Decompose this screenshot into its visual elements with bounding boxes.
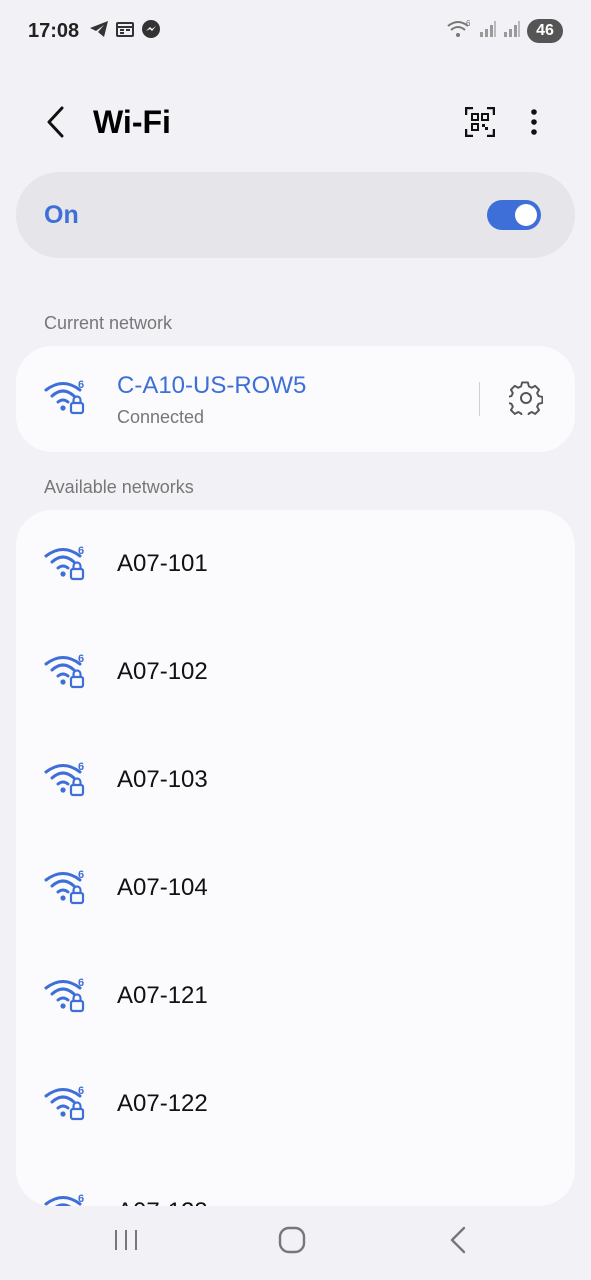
qr-code-button[interactable] bbox=[460, 104, 500, 144]
available-networks-list: A07-101 A07-102 A07-103 A07-104 A07-121 … bbox=[16, 510, 575, 1206]
wifi-6-lock-icon bbox=[44, 1191, 86, 1206]
current-network-label: Current network bbox=[44, 313, 173, 333]
more-options-button[interactable] bbox=[514, 104, 554, 144]
wifi-6-lock-icon bbox=[44, 651, 86, 695]
network-name: A07-121 bbox=[117, 982, 208, 1009]
status-right-icons: 6 46 bbox=[447, 19, 563, 44]
navigation-bar bbox=[0, 1210, 591, 1280]
network-row[interactable]: A07-122 bbox=[16, 1050, 575, 1158]
telegram-icon bbox=[89, 20, 109, 43]
home-icon bbox=[278, 1226, 306, 1259]
network-row[interactable]: A07-102 bbox=[16, 618, 575, 726]
wifi-6-lock-icon bbox=[44, 377, 86, 421]
network-name: A07-101 bbox=[117, 550, 208, 577]
network-row[interactable]: A07-104 bbox=[16, 834, 575, 942]
qr-code-icon bbox=[464, 106, 496, 142]
status-bar: 17:08 6 46 bbox=[0, 0, 591, 62]
notification-icons bbox=[89, 19, 161, 44]
home-button[interactable] bbox=[272, 1226, 312, 1258]
app-bar: Wi-Fi bbox=[0, 90, 591, 156]
battery-indicator: 46 bbox=[527, 19, 563, 43]
current-network-status: Connected bbox=[117, 407, 205, 427]
network-name: A07-122 bbox=[117, 1090, 208, 1117]
wifi-6-lock-icon bbox=[44, 1083, 86, 1127]
wifi-switch[interactable] bbox=[487, 200, 541, 230]
network-name: A07-104 bbox=[117, 874, 208, 901]
network-name: A07-102 bbox=[117, 658, 208, 685]
divider bbox=[479, 382, 480, 416]
gear-icon bbox=[506, 380, 544, 420]
back-icon bbox=[46, 106, 66, 143]
switch-knob bbox=[515, 204, 537, 226]
current-network-card[interactable]: C-A10-US-ROW5 Connected bbox=[16, 346, 575, 452]
network-row[interactable]: A07-101 bbox=[16, 510, 575, 618]
network-row[interactable]: A07-123 bbox=[16, 1158, 575, 1206]
wifi-6-lock-icon bbox=[44, 867, 86, 911]
network-row[interactable]: A07-121 bbox=[16, 942, 575, 1050]
wifi-6-lock-icon bbox=[44, 759, 86, 803]
status-time: 17:08 bbox=[28, 19, 80, 42]
recent-apps-icon bbox=[113, 1228, 139, 1257]
wifi-6-lock-icon bbox=[44, 543, 86, 587]
page-title: Wi-Fi bbox=[93, 104, 171, 140]
network-settings-button[interactable] bbox=[506, 380, 546, 420]
calendar-icon bbox=[115, 20, 135, 43]
signal-icon bbox=[479, 20, 497, 43]
available-networks-label: Available networks bbox=[44, 477, 194, 497]
back-icon bbox=[449, 1226, 467, 1259]
nav-back-button[interactable] bbox=[438, 1226, 478, 1258]
svg-text:6: 6 bbox=[466, 19, 471, 28]
wifi-toggle-row[interactable]: On bbox=[16, 172, 575, 258]
network-name: A07-103 bbox=[117, 766, 208, 793]
network-name: A07-123 bbox=[117, 1198, 208, 1206]
wifi-6-lock-icon bbox=[44, 975, 86, 1019]
messenger-icon bbox=[141, 19, 161, 44]
current-network-name: C-A10-US-ROW5 bbox=[117, 372, 307, 399]
more-vertical-icon bbox=[530, 108, 538, 141]
network-row[interactable]: A07-103 bbox=[16, 726, 575, 834]
recent-apps-button[interactable] bbox=[106, 1226, 146, 1258]
wifi-6-icon: 6 bbox=[447, 19, 473, 44]
signal-icon bbox=[503, 20, 521, 43]
back-button[interactable] bbox=[36, 104, 76, 144]
wifi-toggle-label: On bbox=[44, 200, 79, 229]
